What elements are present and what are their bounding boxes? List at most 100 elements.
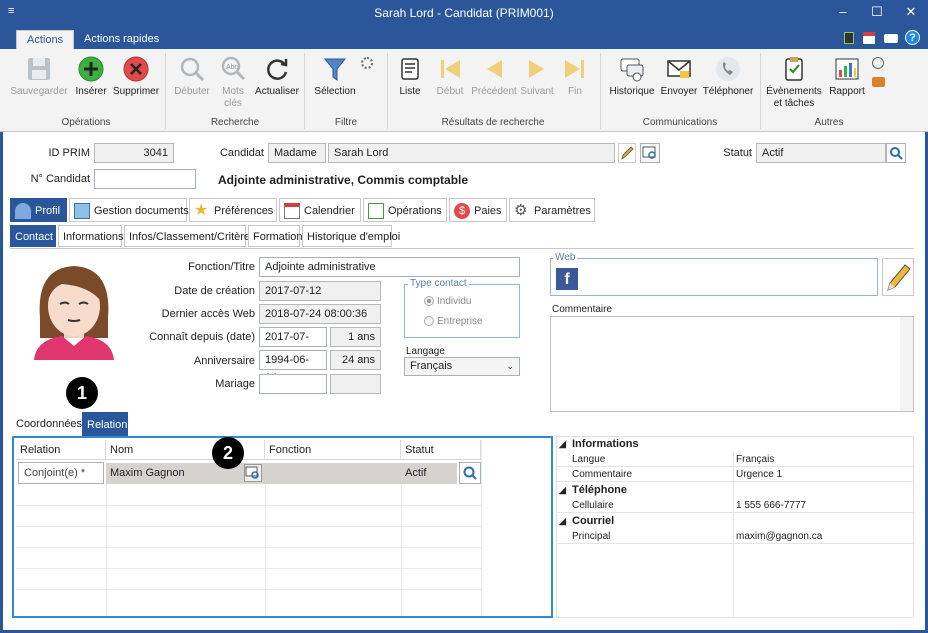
- tab-settings[interactable]: ⚙ Paramètres: [509, 198, 595, 222]
- comment-field[interactable]: [550, 316, 914, 412]
- property-row-comment[interactable]: Commentaire Urgence 1: [556, 467, 914, 482]
- status-search-button[interactable]: [459, 462, 481, 484]
- property-row-email[interactable]: Principal maxim@gagnon.ca: [556, 529, 914, 544]
- tab-payroll[interactable]: $ Paies: [449, 198, 507, 222]
- delete-circle-icon: [123, 56, 149, 82]
- email-section[interactable]: ◢ Courriel: [556, 514, 914, 529]
- history-button[interactable]: Historique: [606, 55, 658, 98]
- send-button[interactable]: Envoyer: [660, 55, 698, 98]
- minimize-button[interactable]: –: [826, 0, 860, 26]
- phone-section[interactable]: ◢ Téléphone: [556, 483, 914, 498]
- list-button[interactable]: Liste: [392, 55, 428, 98]
- birthday-label: Anniversaire: [193, 355, 255, 367]
- gear-icon: ⚙: [514, 202, 528, 220]
- report-button[interactable]: Rapport: [826, 55, 868, 98]
- help-icon[interactable]: ?: [905, 30, 920, 45]
- operations-icon: [368, 203, 384, 220]
- tab-operations[interactable]: Opérations: [363, 198, 447, 222]
- subtab-training[interactable]: Formation: [248, 225, 303, 247]
- function-field[interactable]: Adjointe administrative: [259, 257, 520, 277]
- web-group: [550, 258, 878, 296]
- last-web-field[interactable]: 2018-07-24 08:00:36: [259, 304, 381, 324]
- refresh-button[interactable]: Actualiser: [252, 55, 302, 98]
- facebook-icon[interactable]: f: [556, 268, 578, 290]
- tab-quick-actions[interactable]: Actions rapides: [74, 30, 169, 49]
- pencil-icon: [621, 146, 634, 160]
- relation-cell[interactable]: Conjoint(e) *: [18, 462, 104, 484]
- subtab-contact[interactable]: Contact: [10, 225, 56, 247]
- status-field[interactable]: Actif: [756, 143, 886, 163]
- subtab-information[interactable]: Informations: [58, 225, 124, 247]
- keywords-button[interactable]: Abc Mots clés: [216, 55, 250, 110]
- known-since-field[interactable]: 2017-07-12: [259, 327, 327, 361]
- save-button[interactable]: Sauvegarder: [8, 55, 70, 98]
- edit-web-button[interactable]: [882, 258, 914, 296]
- envelope-icon: [667, 60, 691, 78]
- relation-grid[interactable]: Relation Nom Fonction Statut Conjoint(e)…: [12, 436, 553, 618]
- insert-button[interactable]: Insérer: [72, 55, 110, 98]
- subtab-employment-history[interactable]: Historique d'emploi: [302, 225, 400, 247]
- marriage-field[interactable]: [259, 374, 327, 394]
- calendar-icon[interactable]: [863, 32, 875, 44]
- birthday-field[interactable]: 1994-06-14: [259, 350, 327, 384]
- salutation-field[interactable]: Madame: [268, 143, 326, 163]
- next-result-button[interactable]: Suivant: [518, 55, 556, 98]
- phone-button[interactable]: Téléphoner: [700, 55, 756, 98]
- column-header-relation[interactable]: Relation: [16, 440, 106, 460]
- events-tasks-button[interactable]: Évènements et tâches: [764, 55, 824, 110]
- maximize-button[interactable]: ☐: [860, 0, 894, 26]
- status-lookup-button[interactable]: [886, 143, 906, 163]
- property-row-language[interactable]: Langue Français: [556, 452, 914, 467]
- search-icon: [890, 147, 903, 160]
- company-radio[interactable]: Entreprise: [424, 316, 483, 327]
- filter-settings-icon[interactable]: [361, 57, 373, 69]
- column-header-function[interactable]: Fonction: [265, 440, 401, 460]
- first-result-button[interactable]: Début: [430, 55, 470, 98]
- tab-relation[interactable]: Relation: [82, 412, 128, 436]
- edit-name-button[interactable]: [618, 143, 636, 163]
- individual-radio[interactable]: Individu: [424, 296, 471, 307]
- tab-coordinates[interactable]: Coordonnées: [12, 412, 82, 436]
- lookup-relation-button[interactable]: [244, 464, 262, 482]
- language-select[interactable]: Français ⌄: [404, 357, 520, 376]
- id-prim-field[interactable]: 3041: [94, 143, 174, 163]
- candidate-name-field[interactable]: Sarah Lord: [328, 143, 615, 163]
- selection-filter-button[interactable]: Sélection: [310, 55, 360, 98]
- previous-result-button[interactable]: Précédent: [470, 55, 518, 98]
- close-button[interactable]: ✕: [894, 0, 928, 26]
- tab-preferences[interactable]: ★ Préférences: [189, 198, 277, 222]
- search-card-icon: [245, 466, 259, 479]
- info-section[interactable]: ◢ Informations: [556, 437, 914, 452]
- column-header-status[interactable]: Statut: [401, 440, 481, 460]
- start-search-button[interactable]: Débuter: [170, 55, 214, 98]
- window-border-left: [0, 132, 3, 633]
- group-comms-label: Communications: [642, 117, 718, 128]
- calendar-icon: [284, 203, 300, 220]
- tab-calendar[interactable]: Calendrier: [279, 198, 361, 222]
- status-cell[interactable]: Actif: [401, 463, 457, 484]
- tab-divider: [10, 248, 914, 249]
- age-field[interactable]: 24 ans: [330, 350, 381, 370]
- delete-button[interactable]: Supprimer: [111, 55, 161, 98]
- comment-scrollbar[interactable]: [900, 317, 913, 411]
- printer-icon[interactable]: [884, 34, 898, 43]
- briefcase-icon[interactable]: [872, 77, 885, 87]
- marriage-years-field[interactable]: [330, 374, 381, 394]
- candidate-number-field[interactable]: [94, 169, 196, 189]
- tab-actions[interactable]: Actions: [16, 30, 75, 49]
- subtab-classification[interactable]: Infos/Classement/Critères: [124, 225, 256, 247]
- tab-profile[interactable]: Profil: [10, 198, 67, 222]
- function-cell[interactable]: [265, 463, 401, 484]
- plus-circle-icon: [78, 56, 104, 82]
- calculator-icon[interactable]: [844, 32, 854, 44]
- grid-line: [265, 484, 266, 616]
- clock-icon[interactable]: [872, 57, 884, 69]
- tab-documents[interactable]: Gestion documents: [69, 198, 189, 222]
- known-years-field[interactable]: 1 ans: [330, 327, 381, 347]
- last-result-button[interactable]: Fin: [558, 55, 592, 98]
- avatar[interactable]: [22, 258, 126, 360]
- name-cell[interactable]: Maxim Gagnon: [106, 463, 265, 484]
- lookup-name-button[interactable]: [640, 143, 660, 163]
- property-row-cell[interactable]: Cellulaire 1 555 666-7777: [556, 498, 914, 513]
- created-field[interactable]: 2017-07-12: [259, 281, 381, 301]
